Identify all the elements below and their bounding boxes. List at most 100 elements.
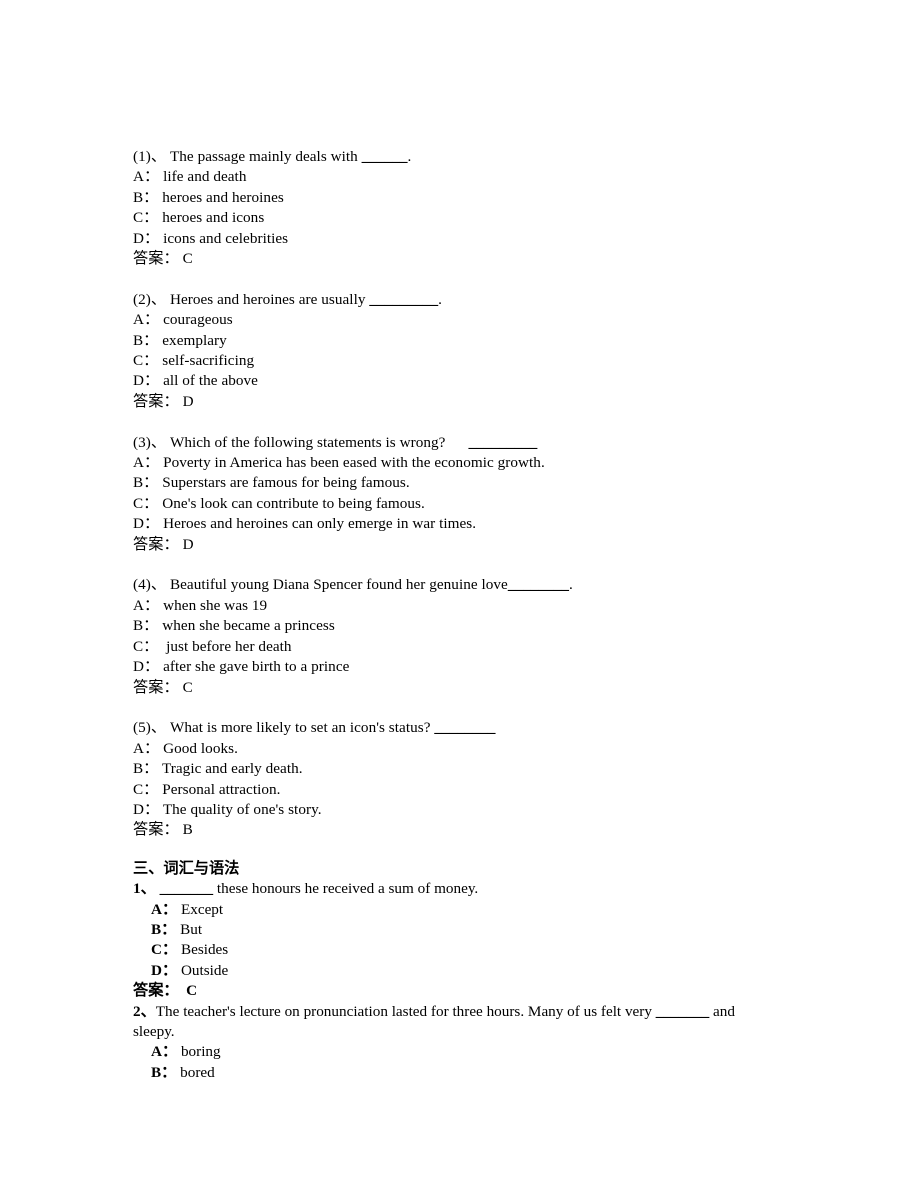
question-block: (4)、 Beautiful young Diana Spencer found…: [133, 575, 762, 697]
option-row: B： Superstars are famous for being famou…: [133, 473, 762, 493]
option-text: Heroes and heroines can only emerge in w…: [159, 515, 477, 533]
option-letter: B：: [133, 760, 159, 778]
answer-value: C: [178, 250, 193, 268]
option-row: A： courageous: [133, 310, 762, 330]
option-text: heroes and icons: [158, 209, 265, 227]
option-text: boring: [177, 1043, 221, 1061]
answer-blank: _________: [369, 290, 439, 308]
option-text: when she was 19: [159, 596, 268, 614]
answer-value: D: [178, 392, 194, 410]
option-row: A： life and death: [133, 167, 762, 187]
answer-blank: ________: [507, 576, 570, 594]
answer-row: 答案： B: [133, 820, 762, 840]
question-text: The passage mainly deals with: [166, 148, 362, 165]
question-text-tail: .: [407, 148, 412, 165]
option-letter: A：: [133, 311, 160, 329]
option-text: Personal attraction.: [158, 780, 281, 798]
option-text: bored: [176, 1063, 215, 1081]
answer-label: 答案：: [133, 982, 179, 1000]
section-heading: 三、词汇与语法: [133, 859, 240, 877]
answer-label: 答案：: [133, 250, 179, 268]
answer-row: 答案： D: [133, 392, 762, 412]
option-text: life and death: [159, 168, 247, 186]
document-page: (1)、 The passage mainly deals with _____…: [0, 0, 920, 1191]
question-text: The teacher's lecture on pronunciation l…: [155, 1002, 656, 1020]
option-letter: B：: [133, 331, 159, 349]
question-block: (1)、 The passage mainly deals with _____…: [133, 147, 762, 269]
question-number: 1、: [133, 880, 156, 898]
option-text: icons and celebrities: [159, 229, 289, 247]
option-letter: C：: [133, 352, 159, 370]
option-row: D： Heroes and heroines can only emerge i…: [133, 514, 762, 534]
option-letter: C：: [133, 780, 159, 798]
answer-row: 答案： D: [133, 535, 762, 555]
option-text: after she gave birth to a prince: [159, 658, 350, 676]
question-block: (2)、 Heroes and heroines are usually ___…: [133, 290, 762, 412]
option-letter: D：: [133, 372, 160, 390]
question-number: (1)、: [133, 148, 167, 165]
option-letter: D：: [133, 658, 160, 676]
option-row: B： exemplary: [133, 331, 762, 351]
option-row: D： Outside: [133, 961, 762, 981]
option-letter: D：: [133, 229, 160, 247]
answer-label: 答案：: [133, 535, 179, 553]
option-letter: C：: [133, 209, 159, 227]
answer-value: C: [178, 678, 193, 696]
option-row: C： One's look can contribute to being fa…: [133, 494, 762, 514]
question-number: (5)、: [133, 719, 167, 737]
answer-row: 答案： C: [133, 678, 762, 698]
question-stem: (5)、 What is more likely to set an icon'…: [133, 718, 762, 738]
answer-value: C: [178, 982, 198, 1000]
option-text: self-sacrificing: [158, 352, 255, 370]
option-row: A： boring: [133, 1042, 762, 1062]
option-row: C： Besides: [133, 940, 762, 960]
answer-blank: ________: [434, 719, 496, 737]
option-text: Outside: [177, 961, 229, 979]
option-row: C： Personal attraction.: [133, 780, 762, 800]
option-row: D： icons and celebrities: [133, 229, 762, 249]
question-text-tail: these honours he received a sum of money…: [213, 880, 479, 898]
option-letter: A：: [151, 1043, 178, 1061]
question-stem-continuation: sleepy.: [133, 1023, 175, 1040]
question-stem: 2、The teacher's lecture on pronunciation…: [133, 1002, 762, 1022]
question-number: (2)、: [133, 290, 167, 308]
option-text: Superstars are famous for being famous.: [158, 474, 410, 492]
question-block: (3)、 Which of the following statements i…: [133, 433, 762, 555]
option-letter: C：: [133, 637, 159, 655]
option-letter: D：: [133, 515, 160, 533]
option-letter: C：: [133, 494, 159, 512]
question-text-tail: .: [569, 576, 573, 594]
answer-label: 答案：: [133, 392, 179, 410]
option-row: D： The quality of one's story.: [133, 800, 762, 820]
answer-row: 答案： C: [133, 981, 762, 1001]
question-stem: (4)、 Beautiful young Diana Spencer found…: [133, 575, 762, 595]
question-block: 2、The teacher's lecture on pronunciation…: [133, 1002, 762, 1084]
option-row: B： But: [133, 920, 762, 940]
question-stem: (1)、 The passage mainly deals with _____…: [133, 147, 762, 167]
answer-blank: ______: [361, 148, 408, 165]
option-letter: B：: [151, 1063, 177, 1081]
option-row: D： all of the above: [133, 371, 762, 391]
answer-blank: _______: [159, 880, 214, 898]
answer-label: 答案：: [133, 821, 179, 839]
option-row: B： Tragic and early death.: [133, 759, 762, 779]
option-letter: C：: [151, 941, 178, 959]
question-stem: (3)、 Which of the following statements i…: [133, 433, 762, 453]
option-text: Besides: [177, 941, 229, 959]
option-row: A： Except: [133, 900, 762, 920]
option-letter: A：: [151, 900, 178, 918]
question-text-tail: and: [709, 1002, 735, 1020]
answer-label: 答案：: [133, 678, 179, 696]
option-letter: D：: [133, 800, 160, 818]
option-row: C： self-sacrificing: [133, 351, 762, 371]
option-row: C： just before her death: [133, 637, 762, 657]
answer-value: D: [178, 535, 194, 553]
answer-value: B: [178, 821, 193, 839]
question-number: 2、: [133, 1002, 156, 1020]
option-text: heroes and heroines: [158, 188, 284, 206]
question-text-tail: .: [438, 290, 442, 308]
option-text: exemplary: [158, 331, 227, 349]
